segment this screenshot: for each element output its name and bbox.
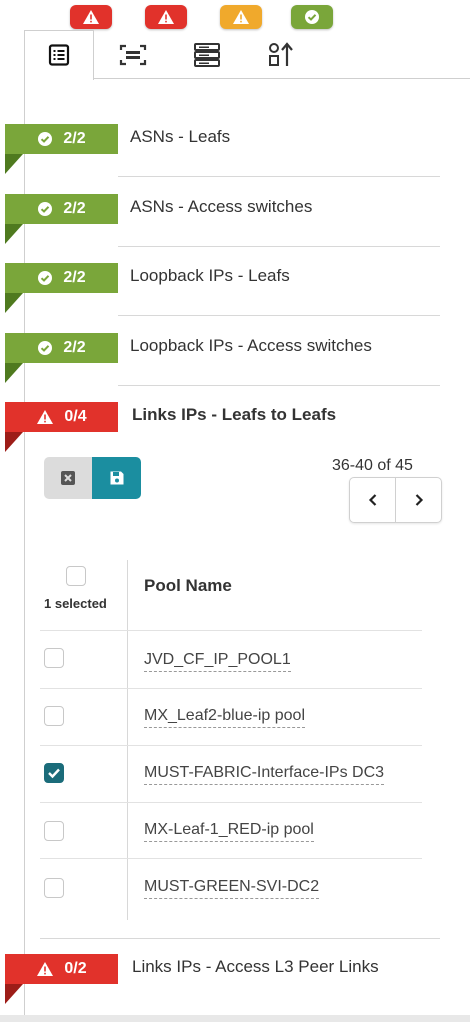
pool-name-link[interactable]: MUST-FABRIC-Interface-IPs DC3 (144, 764, 385, 785)
row-checkbox[interactable] (44, 706, 64, 726)
status-flag: 2/2 (5, 194, 118, 224)
divider (118, 176, 440, 177)
sort-icon (269, 42, 293, 66)
section-asns-access-switches[interactable]: 2/2 ASNs - Access switches (0, 194, 470, 264)
status-count: 2/2 (63, 339, 86, 356)
save-icon (110, 471, 123, 485)
status-flag: 2/2 (5, 263, 118, 293)
section-links-access-l3-peer-links[interactable]: 0/2 Links IPs - Access L3 Peer Links (0, 954, 470, 1024)
status-badge-error-2[interactable] (145, 5, 187, 29)
section-title: Links IPs - Access L3 Peer Links (132, 957, 379, 976)
check-icon (48, 768, 60, 779)
row-checkbox-checked[interactable] (44, 763, 64, 783)
section-title: Loopback IPs - Access switches (130, 336, 372, 355)
divider (118, 246, 440, 247)
pool-name-link[interactable]: MX_Leaf2-blue-ip pool (144, 707, 305, 728)
check-circle-icon (38, 202, 53, 216)
row-divider (40, 745, 422, 746)
scan-frame-icon (119, 44, 147, 66)
header-divider (40, 630, 422, 631)
flag-tail (5, 154, 23, 174)
edit-button-group (44, 457, 141, 499)
status-count: 2/2 (63, 269, 86, 286)
section-loopback-leafs[interactable]: 2/2 Loopback IPs - Leafs (0, 263, 470, 333)
check-circle-icon (38, 341, 53, 355)
divider (118, 315, 440, 316)
server-stack-icon (194, 43, 220, 67)
tab-servers-button[interactable] (190, 38, 224, 72)
list-icon (48, 44, 70, 66)
pool-name-link[interactable]: MX-Leaf-1_RED-ip pool (144, 821, 314, 842)
status-count: 2/2 (63, 130, 86, 147)
status-count: 2/2 (63, 200, 86, 217)
pagination-controls (349, 477, 442, 523)
flag-tail (5, 363, 23, 383)
status-badge-ok[interactable] (291, 5, 333, 29)
status-count: 0/4 (64, 408, 87, 425)
section-title: Loopback IPs - Leafs (130, 266, 290, 285)
select-all-checkbox[interactable] (66, 566, 86, 586)
section-asns-leafs[interactable]: 2/2 ASNs - Leafs (0, 124, 470, 194)
divider (40, 938, 440, 939)
tab-sort-button[interactable] (264, 38, 298, 72)
chevron-left-icon (368, 494, 376, 506)
cancel-button[interactable] (44, 457, 92, 499)
section-loopback-access-switches[interactable]: 2/2 Loopback IPs - Access switches (0, 333, 470, 403)
status-badge-warning[interactable] (220, 5, 262, 29)
row-divider (40, 858, 422, 859)
status-flag: 0/2 (5, 954, 118, 984)
row-checkbox[interactable] (44, 648, 64, 668)
save-button[interactable] (92, 457, 141, 499)
section-title: ASNs - Leafs (130, 127, 231, 146)
table-column-divider (127, 560, 128, 920)
prev-page-button[interactable] (350, 478, 395, 522)
warning-icon (233, 10, 249, 24)
check-circle-icon (38, 271, 53, 285)
row-checkbox[interactable] (44, 878, 64, 898)
chevron-right-icon (415, 494, 423, 506)
column-header-pool-name[interactable]: Pool Name (144, 576, 232, 596)
close-box-icon (61, 471, 75, 485)
warning-icon (158, 10, 174, 24)
flag-tail (5, 984, 23, 1004)
row-divider (40, 688, 422, 689)
warning-icon (37, 962, 54, 976)
status-badge-error-1[interactable] (70, 5, 112, 29)
pagination-range: 36-40 of 45 (332, 457, 413, 474)
divider (118, 385, 440, 386)
tab-scan-button[interactable] (116, 38, 150, 72)
tab-list-button[interactable] (42, 38, 76, 72)
pool-name-link[interactable]: MUST-GREEN-SVI-DC2 (144, 878, 320, 899)
selected-count: 1 selected (44, 596, 107, 611)
flag-tail (5, 224, 23, 244)
row-divider (40, 802, 422, 803)
status-flag: 0/4 (5, 402, 118, 432)
flag-tail (5, 432, 23, 452)
next-page-button[interactable] (395, 478, 441, 522)
section-title: Links IPs - Leafs to Leafs (132, 405, 337, 424)
check-circle-icon (38, 132, 53, 146)
row-checkbox[interactable] (44, 821, 64, 841)
warning-icon (83, 10, 99, 24)
check-circle-icon (305, 10, 319, 24)
status-flag: 2/2 (5, 124, 118, 154)
status-flag: 2/2 (5, 333, 118, 363)
warning-icon (37, 410, 54, 424)
horizontal-scrollbar[interactable] (0, 1015, 470, 1022)
flag-tail (5, 293, 23, 313)
status-count: 0/2 (64, 960, 87, 977)
section-title: ASNs - Access switches (130, 197, 313, 216)
pool-name-link[interactable]: JVD_CF_IP_POOL1 (144, 651, 291, 672)
